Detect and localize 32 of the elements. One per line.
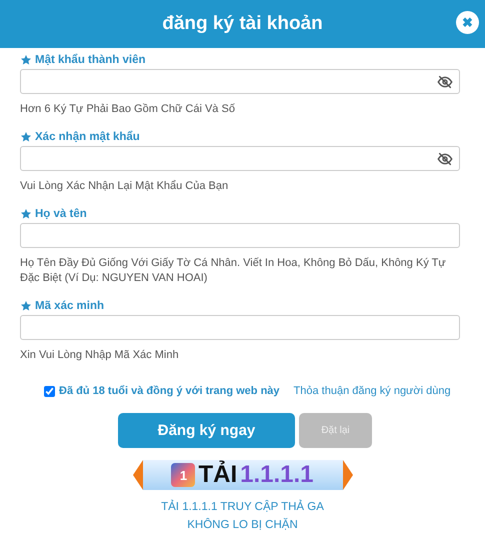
field-hint: Họ Tên Đầy Đủ Giống Với Giấy Tờ Cá Nhân. Viết In Hoa, Không Bỏ Dấu, Không Ký Tự Đặc Biệt (Ví Dụ: NGUYEN VAN HOAI) xyxy=(20,256,447,286)
close-button[interactable]: ✖ xyxy=(456,11,479,34)
promo-text: KHÔNG LO BỊ CHẶN xyxy=(187,517,298,533)
app-logo: 1 xyxy=(171,463,196,487)
field-label: Xác nhận mật khẩu xyxy=(35,130,140,142)
star-icon xyxy=(20,208,32,220)
register-button[interactable]: Đăng ký ngay xyxy=(118,413,295,448)
field-label: Mật khẩu thành viên xyxy=(35,54,146,66)
promo-text: TẢI 1.1.1.1 TRUY CẬP THẢ GA xyxy=(161,498,324,515)
field-hint: Hơn 6 Ký Tự Phải Bao Gồm Chữ Cái Và Số xyxy=(20,102,236,117)
star-icon xyxy=(20,130,32,142)
field-hint: Xin Vui Lòng Nhập Mã Xác Minh xyxy=(20,348,180,363)
password-field[interactable] xyxy=(20,146,460,171)
field-label: Họ và tên xyxy=(35,208,87,220)
hidden-eye-icon[interactable] xyxy=(437,74,453,90)
field-label: Mã xác minh xyxy=(35,300,104,312)
download-banner[interactable]: 1 TẢI 1.1.1.1 xyxy=(142,460,342,490)
agree-label: Đã đủ 18 tuổi và đồng ý với trang web này xyxy=(59,385,280,397)
field-hint: Vui Lòng Xác Nhận Lại Mật Khẩu Của Bạn xyxy=(20,179,230,194)
input-field[interactable] xyxy=(20,315,460,340)
chevron-right-icon xyxy=(342,460,352,490)
terms-link[interactable]: Thỏa thuận đăng ký người dùng xyxy=(294,385,451,397)
star-icon xyxy=(20,54,32,66)
dialog-title: đăng ký tài khoản xyxy=(162,13,323,35)
banner-word: TẢI xyxy=(198,461,238,489)
input-field[interactable] xyxy=(20,223,460,248)
chevron-left-icon xyxy=(132,460,142,490)
banner-number: 1.1.1.1 xyxy=(240,461,314,489)
star-icon xyxy=(20,300,32,312)
agree-checkbox[interactable] xyxy=(44,386,55,396)
hidden-eye-icon[interactable] xyxy=(437,150,453,166)
password-field[interactable] xyxy=(20,69,460,94)
